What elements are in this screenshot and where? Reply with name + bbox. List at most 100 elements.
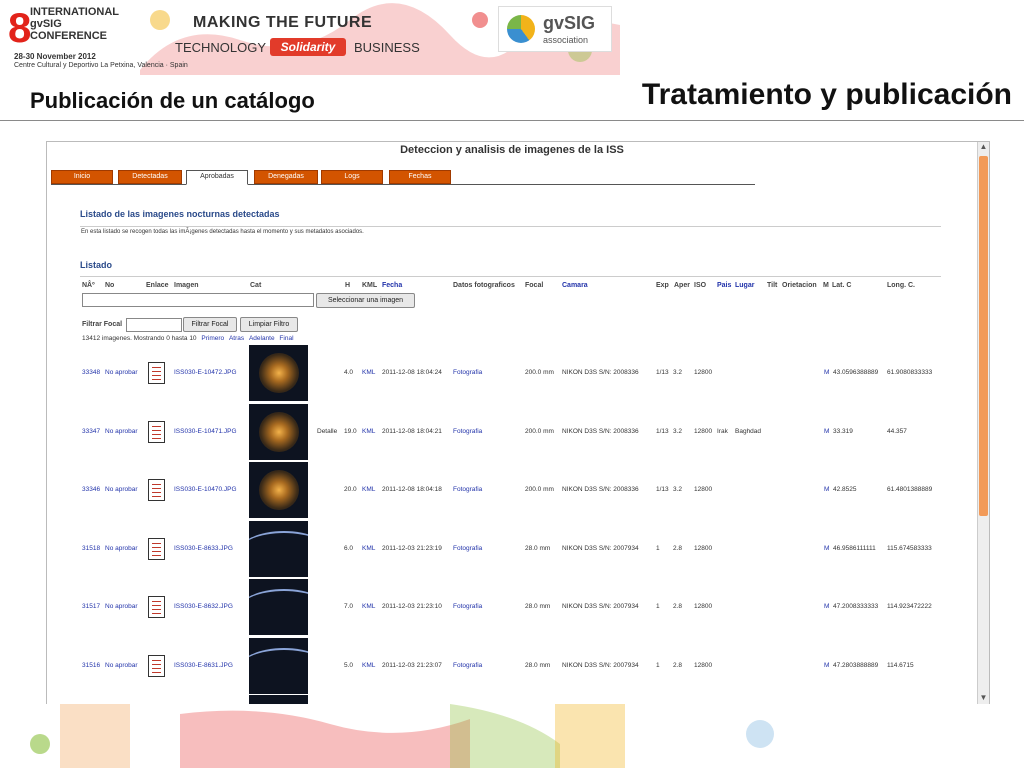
image-thumbnail[interactable] (249, 579, 308, 635)
col-header-cat[interactable]: Cat (250, 282, 261, 289)
row-date: 2011-12-03 21:23:19 (382, 544, 442, 552)
row-file-link[interactable]: ISS030-E-10472.JPG (174, 369, 237, 376)
row-no-aprobar-link[interactable]: No aprobar (105, 603, 138, 610)
pager-prev[interactable]: Atras (229, 335, 244, 342)
document-link-icon[interactable] (148, 362, 165, 384)
night-city-image (259, 411, 299, 452)
col-header-aper[interactable]: Aper (674, 282, 690, 289)
row-datos-link[interactable]: Fotografia (453, 486, 482, 493)
row-iso: 12800 (694, 486, 713, 493)
col-header-lat[interactable]: Lat. C (832, 282, 851, 289)
row-iso: 12800 (694, 369, 713, 376)
list-title: Listado (80, 260, 113, 270)
row-m-link[interactable]: M (824, 545, 829, 552)
row-m-link[interactable]: M (824, 662, 829, 669)
row-id[interactable]: 33348 (82, 369, 100, 376)
row-m-link[interactable]: M (824, 603, 829, 610)
tab-inicio[interactable]: Inicio (51, 170, 113, 184)
col-header-enlace[interactable]: Enlace (146, 282, 169, 289)
row-kml-link[interactable]: KML (362, 486, 375, 493)
col-header-datos[interactable]: Datos fotograficos (453, 282, 515, 289)
tab-denegadas[interactable]: Denegadas (254, 170, 318, 184)
col-header-h[interactable]: H (345, 282, 350, 289)
row-id[interactable]: 31516 (82, 662, 100, 669)
tab-logs[interactable]: Logs (321, 170, 383, 184)
row-camera: NIKON D3S S/N: 2008336 (562, 486, 639, 493)
vertical-scrollbar[interactable]: ▲ ▼ (977, 142, 989, 705)
document-link-icon[interactable] (148, 596, 165, 618)
row-datos-link[interactable]: Fotografia (453, 428, 482, 435)
col-header-kml[interactable]: KML (362, 282, 377, 289)
row-m-link[interactable]: M (824, 369, 829, 376)
image-thumbnail[interactable] (249, 637, 308, 694)
filter-focal-button[interactable]: Filtrar Focal (183, 317, 237, 332)
col-header-long[interactable]: Long. C. (887, 282, 915, 289)
focal-filter-input[interactable] (126, 318, 182, 332)
row-kml-link[interactable]: KML (362, 428, 375, 435)
tab-aprobadas[interactable]: Aprobadas (186, 170, 248, 185)
row-exp: 1 (656, 661, 660, 669)
col-header-fecha[interactable]: Fecha (382, 282, 402, 289)
scroll-thumb[interactable] (979, 156, 988, 516)
col-header-na[interactable]: NÂº (82, 282, 95, 289)
document-link-icon[interactable] (148, 479, 165, 501)
row-datos-link[interactable]: Fotografia (453, 545, 482, 552)
col-header-exp[interactable]: Exp (656, 282, 669, 289)
row-id[interactable]: 33346 (82, 486, 100, 493)
row-id[interactable]: 31517 (82, 603, 100, 610)
col-header-no[interactable]: No (105, 282, 114, 289)
col-header-iso[interactable]: ISO (694, 282, 706, 289)
row-kml-link[interactable]: KML (362, 662, 375, 669)
section-rule (80, 226, 941, 227)
tab-fechas[interactable]: Fechas (389, 170, 451, 184)
row-camera: NIKON D3S S/N: 2008336 (562, 427, 639, 435)
col-header-m[interactable]: M (823, 282, 829, 289)
col-header-camara[interactable]: Camara (562, 282, 588, 289)
document-link-icon[interactable] (148, 654, 165, 677)
row-kml-link[interactable]: KML (362, 545, 375, 552)
row-kml-link[interactable]: KML (362, 369, 375, 376)
row-id[interactable]: 33347 (82, 428, 100, 435)
document-link-icon[interactable] (148, 537, 165, 560)
row-datos-link[interactable]: Fotografia (453, 603, 482, 610)
row-file-link[interactable]: ISS030-E-8631.JPG (174, 662, 233, 669)
tab-detectadas[interactable]: Detectadas (118, 170, 182, 184)
image-thumbnail[interactable] (249, 520, 308, 577)
image-thumbnail[interactable] (249, 462, 308, 518)
document-link-icon[interactable] (148, 420, 165, 443)
pager-first[interactable]: Primero (201, 335, 224, 342)
row-datos-link[interactable]: Fotografia (453, 369, 482, 376)
row-no-aprobar-link[interactable]: No aprobar (105, 369, 138, 376)
row-no-aprobar-link[interactable]: No aprobar (105, 662, 138, 669)
row-exp: 1/13 (656, 427, 669, 435)
row-lat: 47.2803888889 (833, 661, 879, 669)
row-id[interactable]: 31518 (82, 545, 100, 552)
col-header-lugar[interactable]: Lugar (735, 282, 754, 289)
row-file-link[interactable]: ISS030-E-8632.JPG (174, 603, 233, 610)
row-m-link[interactable]: M (824, 486, 829, 493)
row-focal: 200.0 mm (525, 369, 554, 376)
row-no-aprobar-link[interactable]: No aprobar (105, 428, 138, 435)
row-file-link[interactable]: ISS030-E-10471.JPG (174, 428, 237, 435)
col-header-imagen[interactable]: Imagen (174, 282, 199, 289)
col-header-tilt[interactable]: Tilt (767, 282, 777, 289)
row-kml-link[interactable]: KML (362, 603, 375, 610)
col-header-pais[interactable]: Pais (717, 282, 731, 289)
row-datos-link[interactable]: Fotografia (453, 662, 482, 669)
select-image-button[interactable]: Seleccionar una imagen (316, 293, 415, 308)
image-search-input[interactable] (82, 293, 314, 307)
row-file-link[interactable]: ISS030-E-10470.JPG (174, 486, 237, 493)
row-m-link[interactable]: M (824, 428, 829, 435)
table-row: 33346 No aprobar ISS030-E-10470.JPG 20.0 KML… (47, 461, 977, 519)
pager-last[interactable]: Final (279, 335, 293, 342)
clear-filter-button[interactable]: Limpiar Filtro (240, 317, 298, 332)
col-header-orientacion[interactable]: Orietacion (782, 282, 817, 289)
row-no-aprobar-link[interactable]: No aprobar (105, 545, 138, 552)
row-no-aprobar-link[interactable]: No aprobar (105, 486, 138, 493)
image-thumbnail[interactable] (249, 403, 308, 460)
scroll-up-icon[interactable]: ▲ (978, 142, 989, 154)
col-header-focal[interactable]: Focal (525, 282, 543, 289)
pager-next[interactable]: Adelante (249, 335, 275, 342)
row-file-link[interactable]: ISS030-E-8633.JPG (174, 545, 233, 552)
image-thumbnail[interactable] (249, 345, 308, 401)
